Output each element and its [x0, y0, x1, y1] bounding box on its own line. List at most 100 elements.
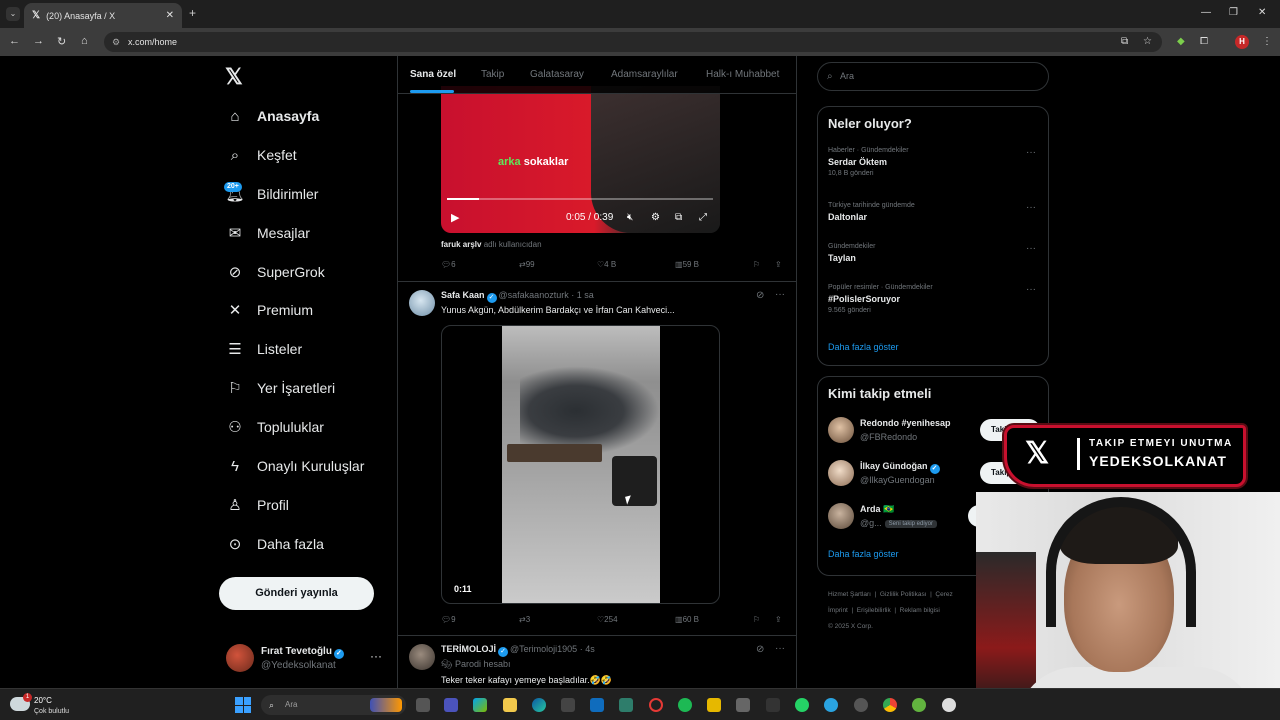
nav-more[interactable]: ⊙ Daha fazla [226, 532, 324, 556]
taskbar-search[interactable]: ⌕ Ara [261, 695, 406, 715]
app-icon[interactable] [766, 698, 780, 712]
avatar[interactable] [409, 644, 435, 670]
reload-icon[interactable]: ↻ [57, 35, 66, 48]
reply-button[interactable]: 💬︎ 6 [441, 260, 456, 269]
trend-more-icon[interactable]: ··· [1026, 147, 1036, 158]
show-more-link[interactable]: Daha fazla göster [828, 342, 899, 352]
post-time[interactable]: · 4s [580, 644, 595, 654]
search-input[interactable]: ⌕ Ara [817, 62, 1049, 91]
bookmark-icon[interactable]: ⚐ [753, 615, 760, 624]
site-info-icon[interactable]: ⚙ [112, 32, 120, 52]
timeline[interactable]: Sana özel Takip Galatasaray Adamsaraylıl… [397, 56, 797, 720]
app-icon[interactable] [619, 698, 633, 712]
store-icon[interactable] [561, 698, 575, 712]
pip-icon[interactable]: ⧉ [675, 212, 682, 223]
minimize-icon[interactable]: — [1201, 7, 1211, 18]
app-icon[interactable] [912, 698, 926, 712]
tab-galatasaray[interactable]: Galatasaray [530, 69, 584, 80]
play-icon[interactable]: ▶ [451, 211, 459, 224]
nav-premium[interactable]: ✕ Premium [226, 298, 313, 322]
back-icon[interactable]: ← [9, 35, 20, 47]
home-page-icon[interactable]: ⌂ [81, 35, 88, 47]
windows-start-icon[interactable] [235, 697, 251, 713]
app-icon[interactable] [942, 698, 956, 712]
trend-item[interactable]: Haberler · Gündemdekiler Serdar Öktem 10… [828, 147, 1040, 177]
settings-icon[interactable]: ⚙ [651, 212, 660, 223]
edge-icon[interactable] [532, 698, 546, 712]
share-icon[interactable]: ⇪ [775, 615, 782, 624]
profile-avatar[interactable]: H [1235, 35, 1249, 49]
close-tab-icon[interactable]: ✕ [166, 10, 174, 21]
weather-widget[interactable]: 1 20°C Çok bulutlu [10, 693, 100, 717]
nav-lists[interactable]: ☰ Listeler [226, 337, 302, 361]
share-icon[interactable]: ⇪ [775, 260, 782, 269]
bookmark-star-icon[interactable]: ☆ [1143, 36, 1152, 47]
copilot-icon[interactable] [473, 698, 487, 712]
video-progress-bar[interactable] [447, 198, 713, 200]
address-bar[interactable]: ⚙ x.com/home [104, 32, 1162, 52]
nav-explore[interactable]: ⌕ Keşfet [226, 143, 297, 167]
chrome-icon[interactable] [883, 698, 897, 712]
new-tab-icon[interactable]: + [189, 6, 196, 20]
post-time[interactable]: · 1 sa [571, 290, 594, 300]
footer-link[interactable]: Reklam bilgisi [900, 607, 940, 614]
nav-verified-orgs[interactable]: ϟ Onaylı Kuruluşlar [226, 454, 364, 478]
forward-icon[interactable]: → [33, 35, 44, 47]
show-more-link[interactable]: Daha fazla göster [828, 549, 899, 559]
like-button[interactable]: ♡ 254 [597, 615, 618, 624]
reply-button[interactable]: 💬︎ 9 [441, 615, 456, 624]
like-button[interactable]: ♡ 4 B [597, 260, 616, 269]
opera-icon[interactable] [649, 698, 663, 712]
author-name[interactable]: Safa Kaan [441, 290, 485, 300]
grok-icon[interactable]: ⊘ [756, 644, 764, 655]
nav-supergrok[interactable]: ⊘ SuperGrok [226, 260, 325, 284]
views-button[interactable]: ▥ 60 B [675, 615, 699, 624]
more-options-icon[interactable]: ··· [775, 643, 785, 654]
tab-following[interactable]: Takip [481, 69, 504, 80]
tab-for-you[interactable]: Sana özel [410, 69, 456, 80]
app-icon[interactable] [707, 698, 721, 712]
fullscreen-icon[interactable]: ⤢ [699, 212, 707, 223]
repost-button[interactable]: ⇄ 3 [519, 615, 530, 624]
tab-search-icon[interactable]: ⌄ [6, 7, 20, 21]
app-icon[interactable] [854, 698, 868, 712]
trend-more-icon[interactable]: ··· [1026, 284, 1036, 295]
nav-profile[interactable]: ♙ Profil [226, 493, 289, 517]
file-explorer-icon[interactable] [503, 698, 517, 712]
video-player[interactable]: arka sokaklar ▶ 0:05 / 0:39 🔇︎ ⚙ ⧉ ⤢ [441, 86, 720, 233]
extension-icon[interactable]: ◆ [1177, 36, 1185, 47]
footer-link[interactable]: Çerez [935, 591, 952, 598]
spotify-icon[interactable] [678, 698, 692, 712]
trend-item[interactable]: Popüler resimler · Gündemdekiler #Polisl… [828, 284, 1040, 314]
task-view-icon[interactable] [416, 698, 430, 712]
app-icon[interactable] [736, 698, 750, 712]
tab-halki-muhabbet[interactable]: Halk-ı Muhabbet [706, 69, 779, 80]
author-name[interactable]: TERİMOLOJİ [441, 644, 496, 654]
trend-item[interactable]: Türkiye tarihinde gündemde Daltonlar ··· [828, 202, 1040, 222]
teams-icon[interactable] [444, 698, 458, 712]
nav-messages[interactable]: ✉ Mesajlar [226, 221, 310, 245]
account-more-icon[interactable]: ··· [370, 649, 382, 663]
footer-link[interactable]: İmprint [828, 607, 848, 614]
nav-home[interactable]: ⌂ Anasayfa [226, 104, 319, 128]
telegram-icon[interactable] [824, 698, 838, 712]
footer-link[interactable]: Hizmet Şartları [828, 591, 871, 598]
video-attribution[interactable]: faruk arşlv adlı kullanıcıdan [441, 240, 542, 249]
author-handle[interactable]: @Terimoloji1905 [510, 644, 577, 654]
nav-bookmarks[interactable]: ⚐ Yer İşaretleri [226, 376, 335, 400]
mute-icon[interactable]: 🔇︎ [627, 212, 633, 223]
author-handle[interactable]: @safakaanozturk [499, 290, 569, 300]
trend-more-icon[interactable]: ··· [1026, 202, 1036, 213]
footer-link[interactable]: Gizlilik Politikası [880, 591, 927, 598]
restore-icon[interactable]: ❐ [1229, 7, 1238, 18]
avatar[interactable] [409, 290, 435, 316]
whatsapp-icon[interactable] [795, 698, 809, 712]
extensions-puzzle-icon[interactable]: ⧠ [1200, 36, 1208, 47]
close-window-icon[interactable]: ✕ [1258, 7, 1266, 18]
attribution-user[interactable]: faruk arşlv [441, 240, 481, 249]
account-switcher[interactable]: Fırat Tevetoğlu ✓ @Yedeksolkanat ··· [226, 643, 396, 675]
tab-adamsaraylilar[interactable]: Adamsaraylılar [611, 69, 678, 80]
browser-tab[interactable]: 𝕏 (20) Anasayfa / X ✕ [24, 3, 182, 28]
bookmark-icon[interactable]: ⚐ [753, 260, 760, 269]
nav-communities[interactable]: ⚇ Topluluklar [226, 415, 324, 439]
